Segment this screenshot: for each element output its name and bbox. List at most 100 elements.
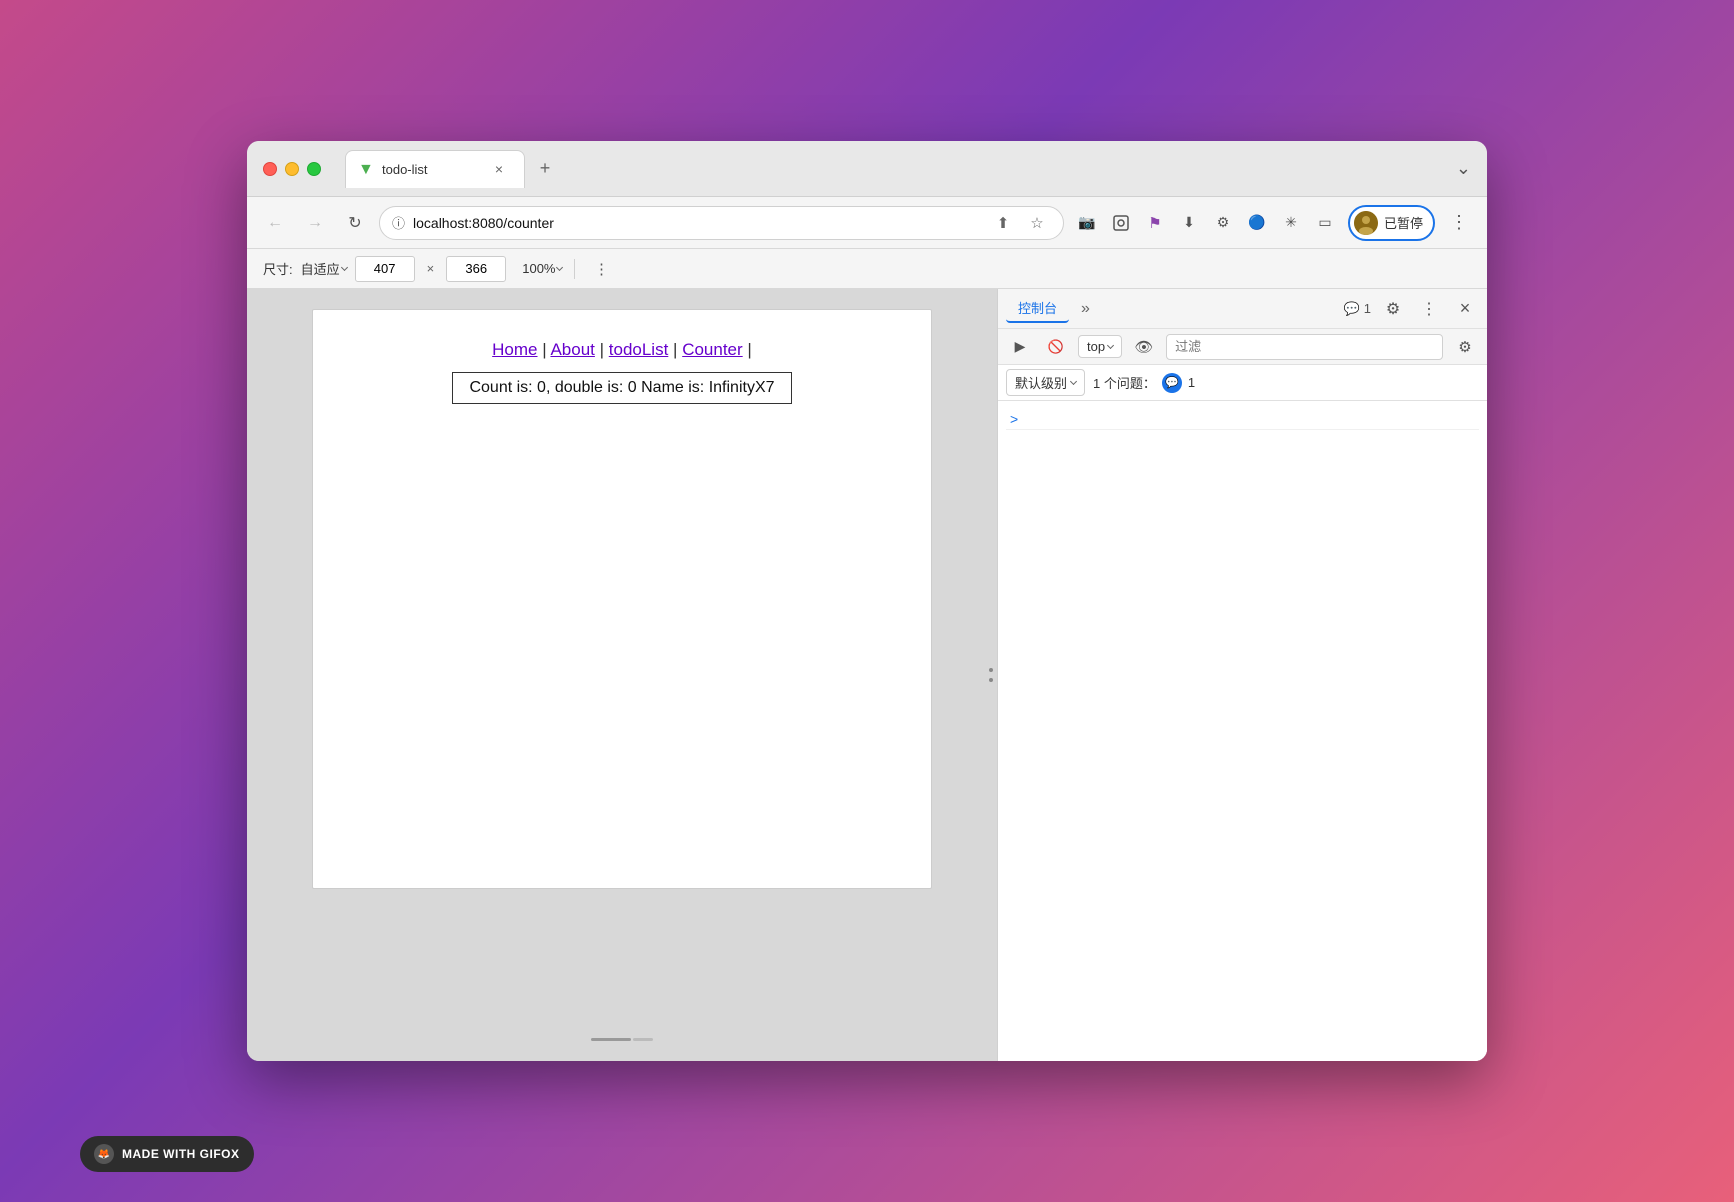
console-stop-button[interactable]: 🚫 — [1042, 333, 1070, 361]
window-controls — [263, 162, 321, 176]
page-scroll-indicator — [591, 1038, 653, 1041]
nav-link-todolist[interactable]: todoList — [609, 340, 669, 359]
console-play-button[interactable]: ▶ — [1006, 333, 1034, 361]
play-icon: ▶ — [1015, 338, 1026, 355]
share-button[interactable]: ⬆ — [989, 209, 1017, 237]
zoom-dropdown[interactable]: 100% — [522, 261, 562, 276]
console-filter-input[interactable] — [1166, 334, 1443, 360]
feather-extension-button[interactable]: ⚑ — [1140, 208, 1170, 238]
minimize-window-button[interactable] — [285, 162, 299, 176]
nav-link-about[interactable]: About — [550, 340, 594, 359]
devtools-settings-button[interactable]: ⚙ — [1379, 295, 1407, 323]
counter-text: Count is: 0, double is: 0 Name is: Infin… — [452, 372, 791, 404]
tab-more-button[interactable]: ⌄ — [1456, 158, 1471, 179]
log-level-dropdown[interactable]: 默认级别 — [1006, 369, 1085, 396]
height-input[interactable] — [446, 256, 506, 282]
page-content-frame: Home | About | todoList | Counter | Coun… — [312, 309, 932, 889]
gifox-badge: 🦊 MADE WITH GIFOX — [80, 1136, 254, 1172]
back-icon: ← — [267, 214, 283, 232]
resize-handle[interactable] — [985, 645, 997, 705]
sidebar-button[interactable]: ▭ — [1310, 208, 1340, 238]
url-text: localhost:8080/counter — [413, 215, 981, 231]
size-preset-dropdown[interactable]: 自适应 — [301, 259, 347, 278]
size-preset-label: 自适应 — [301, 259, 340, 278]
address-bar[interactable]: ⓘ localhost:8080/counter ⬆ ☆ — [379, 206, 1064, 240]
tab-close-button[interactable]: × — [490, 160, 508, 178]
context-chevron — [1107, 341, 1114, 348]
devtools-message-badge: 💬 1 — [1344, 301, 1371, 317]
bookmark-button[interactable]: ☆ — [1023, 209, 1051, 237]
stop-icon: 🚫 — [1048, 339, 1064, 355]
size-preset-chevron — [341, 263, 348, 270]
console-prompt[interactable]: > — [1010, 411, 1018, 427]
devtools-toolbar: ▶ 🚫 top 👁 ⚙ — [998, 329, 1487, 365]
settings-extension-button[interactable] — [1106, 208, 1136, 238]
devtools-console: > — [998, 401, 1487, 1061]
page-nav-row: Home | About | todoList | Counter | — [343, 340, 901, 360]
circle-extension-button[interactable]: 🔵 — [1242, 208, 1272, 238]
console-settings-button[interactable]: ⚙ — [1451, 333, 1479, 361]
toolbar-row: 尺寸: 自适应 × 100% ⋮ — [247, 249, 1487, 289]
width-input[interactable] — [355, 256, 415, 282]
devtools-tab-console-label: 控制台 — [1018, 301, 1057, 316]
log-level-chevron — [1070, 377, 1077, 384]
devtools-close-button[interactable]: × — [1451, 295, 1479, 323]
camera-extension-button[interactable]: 📷 — [1072, 208, 1102, 238]
browser-window: ▼ todo-list × + ⌄ ← → ↻ ⓘ localhost:8080… — [247, 141, 1487, 1061]
toolbar-more-button[interactable]: ⋮ — [587, 255, 615, 283]
console-eye-button[interactable]: 👁 — [1130, 333, 1158, 361]
tab-favicon: ▼ — [358, 161, 374, 177]
profile-avatar — [1354, 211, 1378, 235]
devtools-actions: 💬 1 ⚙ ⋮ × — [1344, 295, 1479, 323]
counter-display-row: Count is: 0, double is: 0 Name is: Infin… — [343, 372, 901, 404]
forward-button[interactable]: → — [299, 207, 331, 239]
toolbar-separator — [574, 259, 575, 279]
context-dropdown[interactable]: top — [1078, 335, 1122, 358]
puzzle-extension-button[interactable]: ✳ — [1276, 208, 1306, 238]
devtools-more-button[interactable]: ⋮ — [1415, 295, 1443, 323]
title-bar: ▼ todo-list × + ⌄ — [247, 141, 1487, 197]
refresh-button[interactable]: ↻ — [339, 207, 371, 239]
devtools-panel: 控制台 » 💬 1 ⚙ ⋮ × ▶ � — [997, 289, 1487, 1061]
tab-bar: ▼ todo-list × + ⌄ — [345, 150, 1471, 188]
devtools-tab-more[interactable]: » — [1073, 296, 1098, 322]
scroll-bar-2 — [633, 1038, 653, 1041]
issue-icon: 💬 — [1162, 373, 1182, 393]
devtools-header: 控制台 » 💬 1 ⚙ ⋮ × — [998, 289, 1487, 329]
refresh-icon: ↻ — [348, 213, 361, 233]
resize-dot — [989, 668, 993, 672]
eye-icon: 👁 — [1135, 338, 1154, 356]
nav-link-counter[interactable]: Counter — [682, 340, 742, 359]
maximize-window-button[interactable] — [307, 162, 321, 176]
devtools-level-row: 默认级别 1 个问题： 💬 1 — [998, 365, 1487, 401]
back-button[interactable]: ← — [259, 207, 291, 239]
tab-title: todo-list — [382, 162, 428, 177]
devtools-tab-console[interactable]: 控制台 — [1006, 294, 1069, 323]
zoom-label: 100% — [522, 261, 555, 276]
browser-menu-button[interactable]: ⋮ — [1443, 207, 1475, 239]
browser-tab-active[interactable]: ▼ todo-list × — [345, 150, 525, 188]
issues-badge: 1 个问题： 💬 1 — [1093, 373, 1195, 393]
console-line: > — [1006, 409, 1479, 430]
context-label: top — [1087, 339, 1105, 354]
nav-link-home[interactable]: Home — [492, 340, 537, 359]
sparkle-extension-button[interactable]: ⚙ — [1208, 208, 1238, 238]
nav-extensions: 📷 ⚑ ⬇ ⚙ 🔵 ✳ ▭ — [1072, 208, 1340, 238]
profile-button[interactable]: 已暂停 — [1348, 205, 1435, 241]
issues-label: 1 个问题： — [1093, 373, 1156, 392]
page-panel: Home | About | todoList | Counter | Coun… — [247, 289, 997, 1061]
scroll-bar-1 — [591, 1038, 631, 1041]
forward-icon: → — [307, 214, 323, 232]
zoom-chevron — [556, 263, 563, 270]
close-window-button[interactable] — [263, 162, 277, 176]
console-settings-icon: ⚙ — [1458, 338, 1471, 356]
message-icon: 💬 — [1344, 301, 1360, 317]
profile-label: 已暂停 — [1384, 213, 1423, 232]
nav-bar: ← → ↻ ⓘ localhost:8080/counter ⬆ ☆ 📷 — [247, 197, 1487, 249]
gifox-label: MADE WITH GIFOX — [122, 1147, 240, 1161]
download-extension-button[interactable]: ⬇ — [1174, 208, 1204, 238]
log-level-label: 默认级别 — [1015, 373, 1067, 392]
gifox-icon: 🦊 — [94, 1144, 114, 1164]
avatar-image — [1354, 211, 1378, 235]
new-tab-button[interactable]: + — [529, 153, 561, 185]
